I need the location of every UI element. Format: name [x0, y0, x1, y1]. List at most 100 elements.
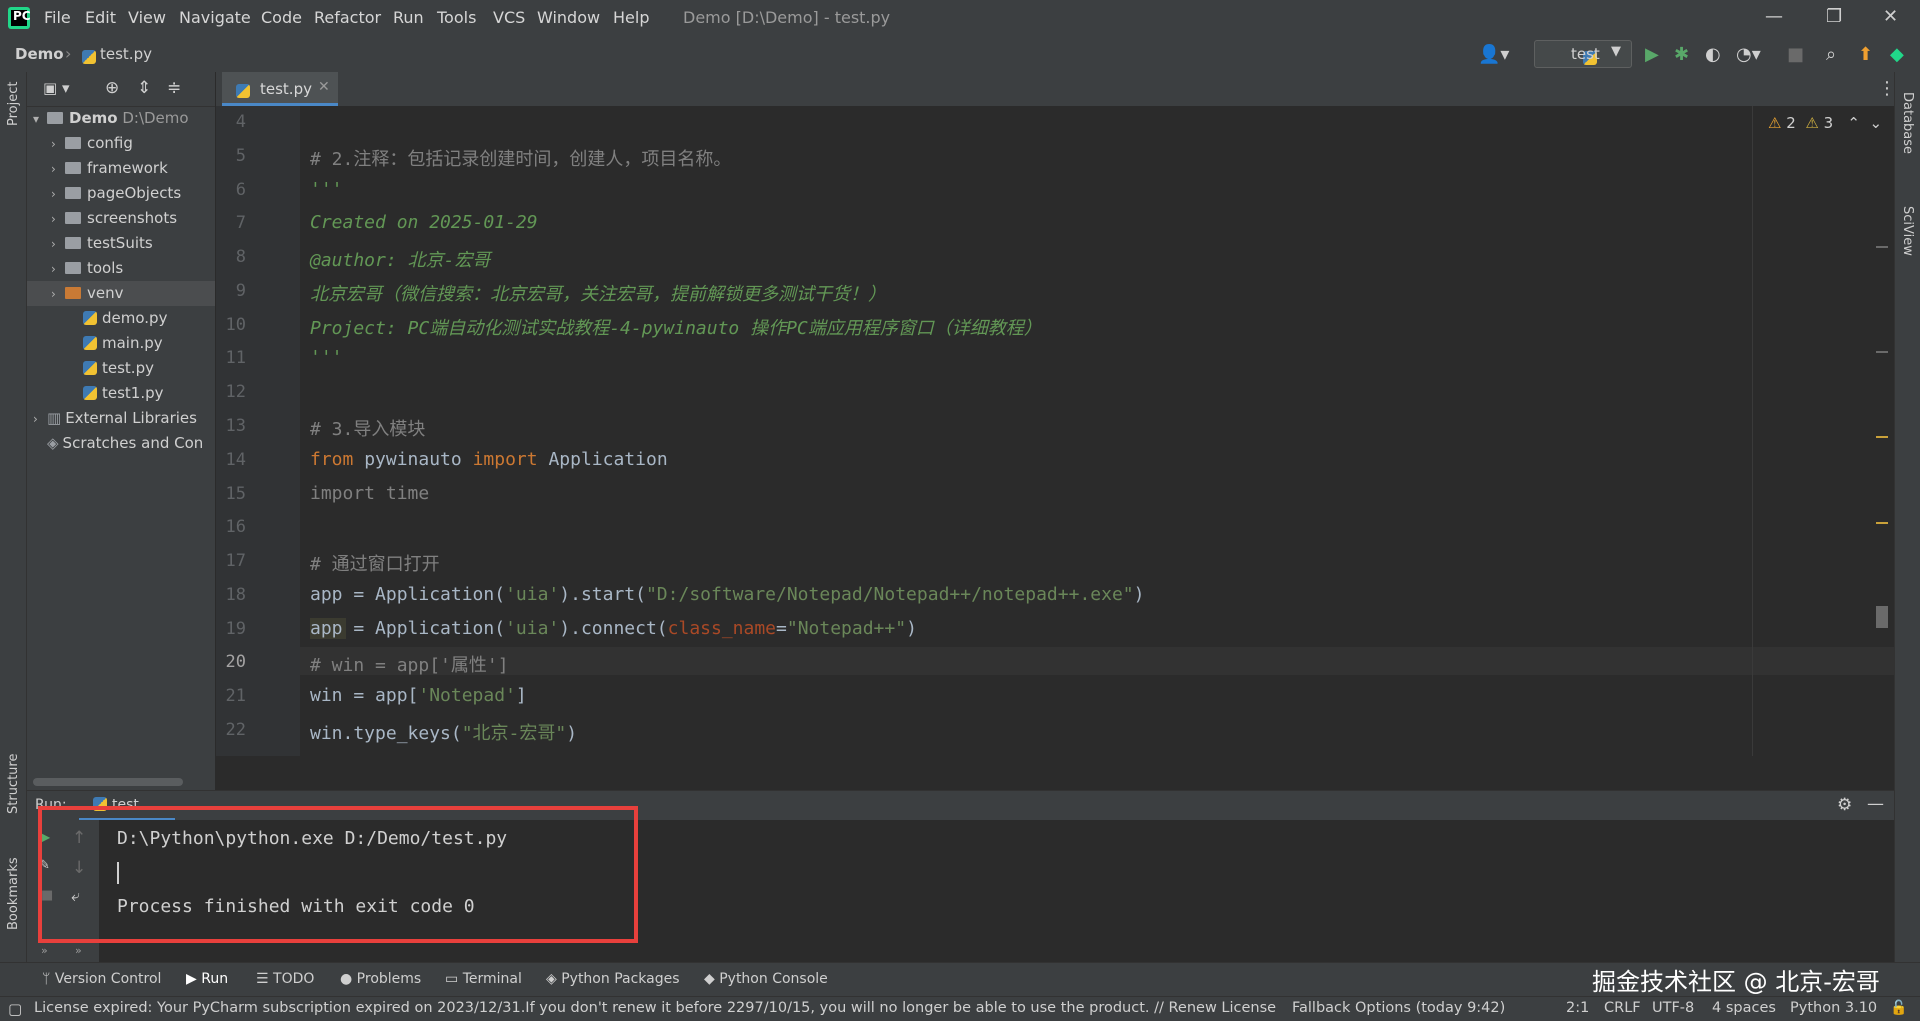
line-number: 14	[225, 450, 246, 470]
hide-panel-icon[interactable]: —	[1867, 794, 1884, 814]
status-indent[interactable]: 4 spaces	[1712, 1000, 1776, 1016]
search-icon[interactable]: ⌕	[1826, 44, 1836, 65]
menu-help[interactable]: Help	[613, 8, 649, 27]
tool-version-control[interactable]: ᛘ Version Control	[42, 971, 161, 987]
previous-highlight-icon[interactable]: ⌃	[1847, 114, 1860, 132]
debug-icon[interactable]: ✱	[1674, 44, 1689, 65]
tool-label: Terminal	[462, 971, 522, 987]
code-line: win = app['Notepad']	[310, 685, 527, 706]
tool-window-database[interactable]: Database	[1900, 92, 1915, 154]
more-left-icon[interactable]: »	[41, 944, 48, 957]
minimize-icon[interactable]: —	[1765, 6, 1783, 27]
close-window-icon[interactable]: ✕	[1883, 6, 1898, 27]
breadcrumb-file[interactable]: test.py	[100, 45, 152, 63]
tree-item-testsuits[interactable]: › testSuits	[27, 231, 215, 256]
string: "Notepad++"	[786, 618, 907, 639]
tree-item-external-libraries[interactable]: › ▥ External Libraries	[27, 406, 215, 431]
lock-icon[interactable]: 🔓	[1890, 1000, 1907, 1016]
run-icon[interactable]: ▶	[1645, 44, 1659, 65]
library-icon: ▥	[47, 409, 62, 427]
tree-item-screenshots[interactable]: › screenshots	[27, 206, 215, 231]
more-right-icon[interactable]: »	[75, 944, 82, 957]
line-number: 22	[225, 720, 246, 740]
collapse-all-icon[interactable]: ≑	[167, 78, 181, 98]
tree-item-config[interactable]: › config	[27, 131, 215, 156]
terminal-icon: ▭	[445, 971, 463, 987]
coverage-icon[interactable]: ◐	[1705, 44, 1721, 65]
code-token: win.type_keys(	[310, 723, 462, 744]
status-fallback[interactable]: Fallback Options (today 9:42)	[1292, 1000, 1505, 1016]
more-options-icon[interactable]: ⋮	[1878, 78, 1896, 99]
close-tab-icon[interactable]: ✕	[318, 79, 330, 95]
settings-gear-icon[interactable]: ⚙	[1837, 795, 1852, 815]
tool-label: Python Packages	[561, 971, 680, 987]
breadcrumb-project[interactable]: Demo	[15, 45, 64, 63]
error-stripe[interactable]	[1876, 106, 1888, 756]
menu-run[interactable]: Run	[393, 8, 424, 27]
run-config-selector[interactable]: test ▼	[1534, 40, 1632, 68]
tool-window-structure[interactable]: Structure	[6, 754, 21, 814]
line-number: 6	[235, 180, 246, 200]
update-icon[interactable]: ⬆	[1858, 44, 1873, 65]
menu-code[interactable]: Code	[261, 8, 302, 27]
tree-item-demo-py[interactable]: demo.py	[27, 306, 215, 331]
menu-navigate[interactable]: Navigate	[179, 8, 251, 27]
menu-refactor[interactable]: Refactor	[314, 8, 381, 27]
keyword: import	[472, 449, 538, 470]
python-file-icon	[83, 386, 97, 400]
tool-window-bookmarks[interactable]: Bookmarks	[6, 857, 21, 930]
tool-python-console[interactable]: ◆ Python Console	[704, 971, 828, 987]
inspection-widget[interactable]: ⚠ 2 ⚠ 3 ⌃ ⌄	[1768, 114, 1882, 132]
user-icon[interactable]: 👤▾	[1478, 44, 1509, 65]
tree-item-test-py[interactable]: test.py	[27, 356, 215, 381]
stop-icon[interactable]: ■	[1787, 44, 1804, 65]
status-message[interactable]: License expired: Your PyCharm subscripti…	[34, 1000, 1276, 1016]
menu-file[interactable]: File	[44, 8, 71, 27]
menu-view[interactable]: View	[128, 8, 166, 27]
tool-window-project[interactable]: Project	[6, 82, 21, 126]
folder-icon	[65, 187, 81, 199]
locate-icon[interactable]: ⊕	[105, 78, 119, 98]
plugin-icon[interactable]: ◆	[1890, 44, 1904, 65]
scroll-thumb[interactable]	[1876, 606, 1888, 628]
expand-all-icon[interactable]: ⇕	[137, 78, 151, 98]
tool-run[interactable]: ▶ Run	[186, 971, 228, 987]
status-line-separator[interactable]: CRLF	[1604, 1000, 1641, 1016]
folder-icon	[65, 162, 81, 174]
project-scrollbar[interactable]	[33, 778, 183, 786]
folder-icon	[65, 262, 81, 274]
menu-window[interactable]: Window	[537, 8, 600, 27]
tool-python-packages[interactable]: ◈ Python Packages	[546, 971, 680, 987]
status-encoding[interactable]: UTF-8	[1652, 1000, 1694, 1016]
folder-icon	[65, 212, 81, 224]
status-interpreter[interactable]: Python 3.10	[1790, 1000, 1877, 1016]
tree-item-framework[interactable]: › framework	[27, 156, 215, 181]
tool-problems[interactable]: ● Problems	[340, 971, 421, 987]
tool-window-sciview[interactable]: SciView	[1900, 206, 1915, 256]
tree-item-test1-py[interactable]: test1.py	[27, 381, 215, 406]
tree-item-venv[interactable]: › venv	[27, 281, 215, 306]
restore-icon[interactable]: ❐	[1826, 6, 1842, 27]
tool-terminal[interactable]: ▭ Terminal	[445, 971, 522, 987]
chevron-right-icon: ›	[51, 262, 56, 276]
tree-item-main-py[interactable]: main.py	[27, 331, 215, 356]
status-panel-icon[interactable]: ▢	[8, 1000, 22, 1018]
profile-icon[interactable]: ◔▾	[1736, 44, 1761, 65]
tree-root[interactable]: ▾ Demo D:\Demo	[27, 106, 215, 131]
menu-tools[interactable]: Tools	[437, 8, 476, 27]
tree-label: tools	[87, 259, 124, 277]
tree-item-pageobjects[interactable]: › pageObjects	[27, 181, 215, 206]
annotation-highlight-box	[38, 806, 638, 943]
status-position[interactable]: 2:1	[1566, 1000, 1589, 1016]
warning-icon: ⚠	[1768, 114, 1782, 132]
tree-item-scratches[interactable]: ◈ Scratches and Con	[27, 431, 215, 456]
tool-todo[interactable]: ☰ TODO	[256, 971, 314, 987]
chevron-right-icon: ›	[51, 287, 56, 301]
menu-vcs[interactable]: VCS	[493, 8, 525, 27]
folder-icon	[65, 137, 81, 149]
tab-test-py[interactable]: test.py ✕	[222, 72, 338, 106]
tree-item-tools[interactable]: › tools	[27, 256, 215, 281]
project-view-icon[interactable]: ▣ ▾	[43, 79, 69, 97]
python-file-icon	[83, 336, 97, 350]
menu-edit[interactable]: Edit	[85, 8, 116, 27]
